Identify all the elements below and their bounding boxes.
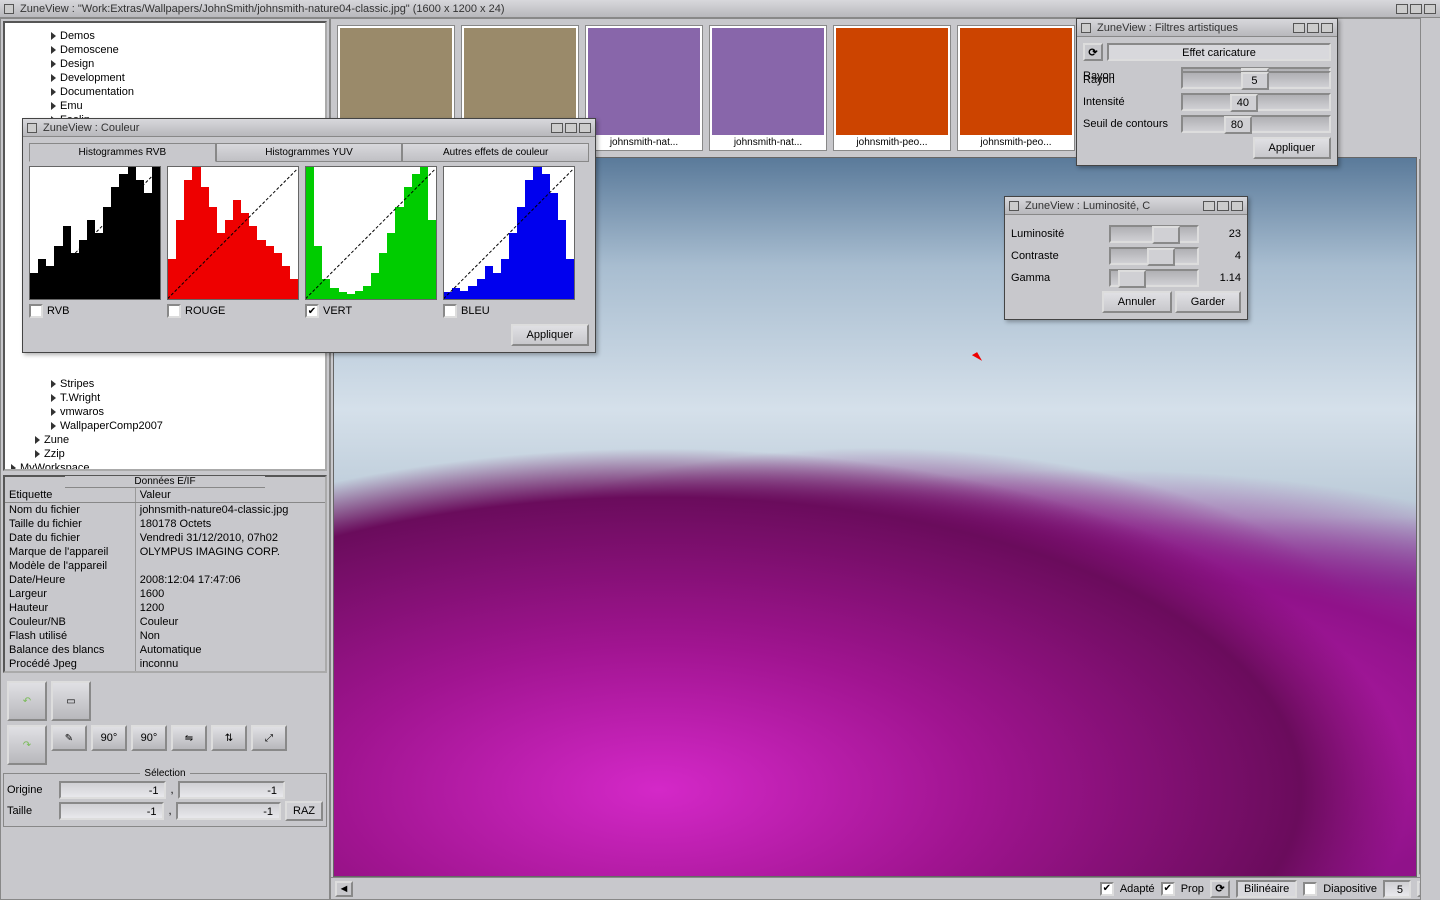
- close-icon[interactable]: [1009, 201, 1019, 211]
- pointer-button[interactable]: ▭: [51, 681, 91, 721]
- tab-yuv-histograms[interactable]: Histogrammes YUV: [216, 143, 403, 162]
- close-icon[interactable]: [4, 4, 14, 14]
- selection-panel: Sélection Origine -1 , -1 Taille -1 , -1…: [3, 773, 327, 827]
- zoom-icon[interactable]: [1307, 23, 1319, 33]
- origin-label: Origine: [7, 784, 55, 796]
- radius-slider2[interactable]: 5: [1181, 71, 1331, 89]
- size-w-input[interactable]: -1: [59, 802, 164, 820]
- tab-other-effects[interactable]: Autres effets de couleur: [402, 143, 589, 162]
- green-checkbox[interactable]: ✔: [305, 304, 319, 318]
- thumbnail[interactable]: johnsmith-peo...: [833, 25, 951, 151]
- window-title: ZuneView : "Work:Extras/Wallpapers/JohnS…: [20, 3, 1390, 15]
- tree-item[interactable]: Stripes: [11, 377, 319, 391]
- histogram-red: [167, 166, 299, 300]
- flip-v-button[interactable]: ⇅: [211, 725, 247, 751]
- thumbnail[interactable]: johnsmith-nat...: [709, 25, 827, 151]
- contrast-slider[interactable]: [1109, 247, 1199, 265]
- cursor-icon: [972, 352, 982, 364]
- depth-icon[interactable]: [1321, 23, 1333, 33]
- filter-combo[interactable]: Bilinéaire: [1236, 880, 1297, 898]
- flip-h-button[interactable]: ⇋: [171, 725, 207, 751]
- tree-item[interactable]: Zzip: [11, 447, 319, 461]
- tree-item[interactable]: Design: [11, 57, 319, 71]
- color-window[interactable]: ZuneView : Couleur Histogrammes RVB Hist…: [22, 118, 596, 353]
- toolbar: ↶ ▭ ↷ ✎ 90° 90° ⇋ ⇅ ⤢: [3, 677, 327, 769]
- iconify-icon[interactable]: [1203, 201, 1215, 211]
- zoom-icon[interactable]: [1410, 4, 1422, 14]
- rvb-checkbox[interactable]: [29, 304, 43, 318]
- size-h-input[interactable]: -1: [176, 802, 281, 820]
- depth-icon[interactable]: [1231, 201, 1243, 211]
- histogram-blue: [443, 166, 575, 300]
- slideshow-delay-input[interactable]: 5: [1383, 880, 1411, 898]
- effect-name[interactable]: Effet caricature: [1107, 43, 1331, 61]
- iconify-icon[interactable]: [1293, 23, 1305, 33]
- rotate-right-button[interactable]: 90°: [131, 725, 167, 751]
- exif-table: EtiquetteValeur Nom du fichierjohnsmith-…: [5, 488, 325, 671]
- thumbnail[interactable]: johnsmith-peo...: [957, 25, 1075, 151]
- origin-x-input[interactable]: -1: [59, 781, 166, 799]
- luminosity-window[interactable]: ZuneView : Luminosité, C Luminosité23 Co…: [1004, 196, 1248, 320]
- tree-item[interactable]: MyWorkspace: [11, 461, 319, 471]
- prop-checkbox[interactable]: ✔: [1161, 882, 1175, 896]
- apply-button[interactable]: Appliquer: [511, 324, 589, 346]
- tree-item[interactable]: Emu: [11, 99, 319, 113]
- resize-button[interactable]: ⤢: [251, 725, 287, 751]
- gamma-slider[interactable]: [1109, 269, 1199, 287]
- tree-item[interactable]: Development: [11, 71, 319, 85]
- depth-icon[interactable]: [1424, 4, 1436, 14]
- undo-button[interactable]: ↶: [7, 681, 47, 721]
- cancel-button[interactable]: Annuler: [1102, 291, 1172, 313]
- color-tabs[interactable]: Histogrammes RVB Histogrammes YUV Autres…: [29, 143, 589, 162]
- tree-item[interactable]: Zune: [11, 433, 319, 447]
- depth-icon[interactable]: [579, 123, 591, 133]
- keep-button[interactable]: Garder: [1175, 291, 1241, 313]
- slideshow-checkbox[interactable]: [1303, 882, 1317, 896]
- zoom-icon[interactable]: [565, 123, 577, 133]
- main-titlebar: ZuneView : "Work:Extras/Wallpapers/JohnS…: [0, 0, 1440, 18]
- close-icon[interactable]: [1081, 23, 1091, 33]
- tree-item[interactable]: Demos: [11, 29, 319, 43]
- apply-button[interactable]: Appliquer: [1253, 137, 1331, 159]
- tree-item[interactable]: WallpaperComp2007: [11, 419, 319, 433]
- tree-item[interactable]: vmwaros: [11, 405, 319, 419]
- iconify-icon[interactable]: [551, 123, 563, 133]
- artistic-filters-window[interactable]: ZuneView : Filtres artistiques ⟳Effet ca…: [1076, 18, 1338, 166]
- tree-item[interactable]: Demoscene: [11, 43, 319, 57]
- filter-cycle-button[interactable]: ⟳: [1210, 880, 1230, 898]
- blue-checkbox[interactable]: [443, 304, 457, 318]
- rotate-left-button[interactable]: 90°: [91, 725, 127, 751]
- intensity-slider[interactable]: 40: [1181, 93, 1331, 111]
- exif-panel: Données E/IF EtiquetteValeur Nom du fich…: [3, 475, 327, 673]
- edge-slider[interactable]: 80: [1181, 115, 1331, 133]
- exif-header: Données E/IF: [65, 476, 265, 488]
- tree-item[interactable]: T.Wright: [11, 391, 319, 405]
- thumbnail[interactable]: johnsmith-nat...: [585, 25, 703, 151]
- status-bar: ◄ ✔ Adapté ✔ Prop ⟳ Bilinéaire Diapositi…: [331, 877, 1439, 899]
- histogram-rvb: [29, 166, 161, 300]
- close-icon[interactable]: [27, 123, 37, 133]
- red-checkbox[interactable]: [167, 304, 181, 318]
- effect-cycle-button[interactable]: ⟳: [1083, 43, 1103, 61]
- histogram-green: [305, 166, 437, 300]
- origin-y-input[interactable]: -1: [178, 781, 285, 799]
- zoom-icon[interactable]: [1217, 201, 1229, 211]
- tab-rgb-histograms[interactable]: Histogrammes RVB: [29, 143, 216, 162]
- crop-button[interactable]: ✎: [51, 725, 87, 751]
- tree-item[interactable]: Documentation: [11, 85, 319, 99]
- redo-button[interactable]: ↷: [7, 725, 47, 765]
- window-right-scrollbar[interactable]: [1420, 18, 1440, 900]
- prev-image-button[interactable]: ◄: [335, 881, 353, 897]
- iconify-icon[interactable]: [1396, 4, 1408, 14]
- fit-checkbox[interactable]: ✔: [1100, 882, 1114, 896]
- size-label: Taille: [7, 805, 55, 817]
- luminosity-slider[interactable]: [1109, 225, 1199, 243]
- raz-button[interactable]: RAZ: [285, 801, 323, 821]
